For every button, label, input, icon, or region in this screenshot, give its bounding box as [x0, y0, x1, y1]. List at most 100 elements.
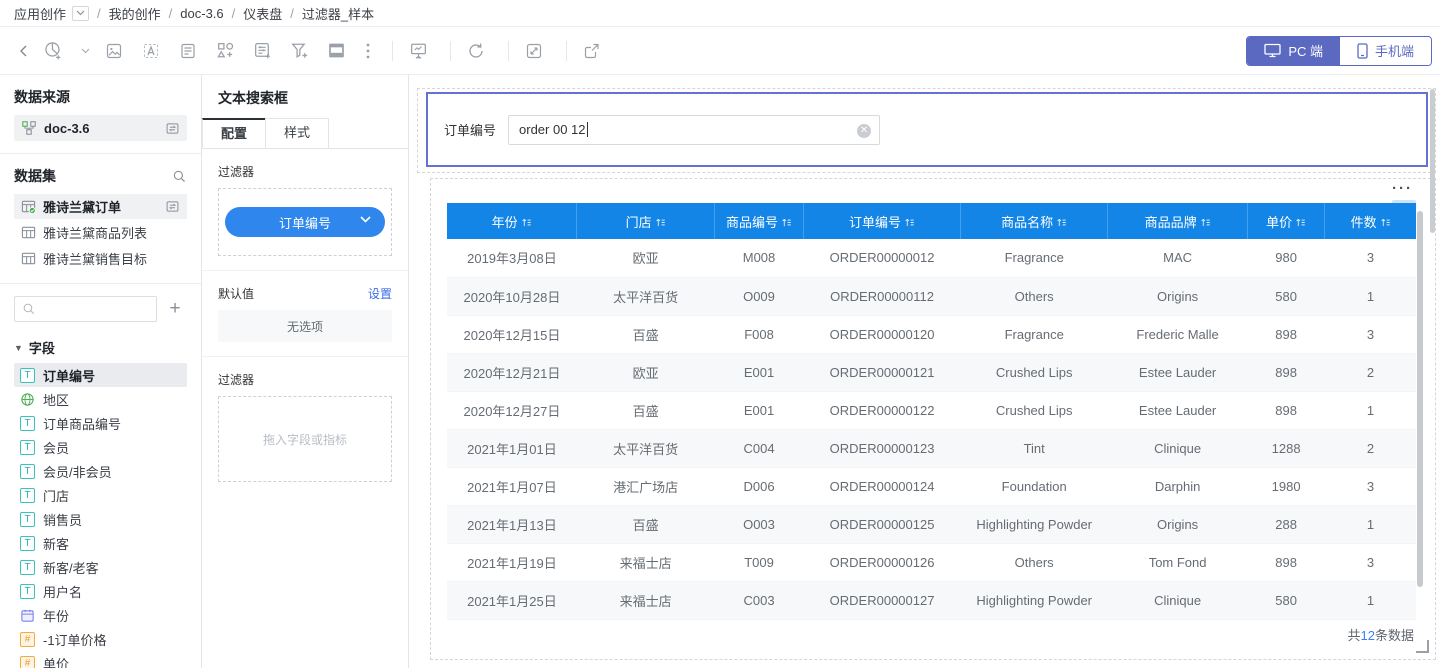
field-item[interactable]: T新客 — [14, 531, 187, 555]
date-field-icon — [20, 608, 35, 623]
divider — [202, 356, 408, 357]
search-icon[interactable] — [172, 169, 187, 184]
config-tabs: 配置 样式 — [202, 118, 408, 149]
text-field-icon: T — [20, 464, 35, 479]
table-cell: O003 — [714, 505, 803, 543]
back-button[interactable] — [14, 36, 34, 66]
table-cell: 2 — [1325, 353, 1416, 391]
default-value-box: 无选项 — [218, 310, 392, 342]
share-export-icon — [582, 41, 602, 61]
field-item[interactable]: T会员/非会员 — [14, 459, 187, 483]
canvas-scrollbar[interactable] — [1430, 89, 1435, 233]
dataset-table-icon — [21, 225, 36, 240]
table-cell: Clinique — [1108, 429, 1248, 467]
column-header[interactable]: 单价 — [1247, 203, 1325, 239]
add-filter-list-button[interactable] — [247, 36, 277, 66]
table-cell: Highlighting Powder — [961, 581, 1108, 619]
datasource-item[interactable]: doc-3.6 — [14, 115, 187, 141]
mobile-view-button[interactable]: 手机端 — [1340, 37, 1431, 65]
insert-image-button[interactable] — [99, 36, 129, 66]
export-button[interactable] — [577, 36, 607, 66]
column-header[interactable]: 商品编号 — [714, 203, 803, 239]
field-item[interactable]: T订单商品编号 — [14, 411, 187, 435]
insert-component-button[interactable] — [210, 36, 240, 66]
table-cell: ORDER00000012 — [804, 239, 961, 277]
table-body: 2019年3月08日欧亚M008ORDER00000012FragranceMA… — [447, 239, 1416, 619]
column-header[interactable]: 商品品牌 — [1108, 203, 1248, 239]
filter-dropzone[interactable]: 拖入字段或指标 — [218, 396, 392, 482]
table-cell: Tom Fond — [1108, 543, 1248, 581]
fullscreen-button[interactable] — [519, 36, 549, 66]
breadcrumb-item-my-creations[interactable]: 我的创作 — [109, 4, 161, 23]
table-cell: 太平洋百货 — [577, 429, 715, 467]
web-component-button[interactable] — [321, 36, 351, 66]
table-cell: ORDER00000125 — [804, 505, 961, 543]
field-item[interactable]: 年份 — [14, 603, 187, 627]
filter-list-icon — [252, 40, 273, 61]
field-item[interactable]: T新客/老客 — [14, 555, 187, 579]
breadcrumb-item-dashboard[interactable]: 仪表盘 — [243, 4, 282, 23]
sort-icon — [904, 217, 915, 228]
refresh-button[interactable] — [461, 36, 491, 66]
dataset-item[interactable]: 雅诗兰黛商品列表 — [14, 220, 187, 245]
field-item[interactable]: #单价 — [14, 651, 187, 668]
column-header[interactable]: 商品名称 — [961, 203, 1108, 239]
insert-text-button[interactable] — [136, 36, 166, 66]
number-field-icon: # — [20, 656, 35, 669]
geo-field-icon — [20, 392, 35, 407]
field-search-input[interactable] — [14, 296, 157, 322]
breadcrumb-item-doc[interactable]: doc-3.6 — [180, 6, 223, 21]
table-cell: 898 — [1247, 315, 1325, 353]
preview-button[interactable] — [403, 36, 433, 66]
field-item[interactable]: 地区 — [14, 387, 187, 411]
document-icon — [178, 41, 198, 61]
column-header[interactable]: 件数 — [1325, 203, 1416, 239]
table-cell: Origins — [1108, 277, 1248, 315]
filter-field-dropzone[interactable]: 订单编号 — [218, 188, 392, 256]
default-value-set-link[interactable]: 设置 — [368, 285, 392, 302]
table-cell: 来福士店 — [577, 543, 715, 581]
field-item[interactable]: #-1订单价格 — [14, 627, 187, 651]
more-tools-button[interactable] — [358, 36, 378, 66]
field-item[interactable]: T会员 — [14, 435, 187, 459]
table-scrollbar[interactable] — [1417, 211, 1423, 587]
breadcrumb-app-menu[interactable]: 应用创作 — [14, 4, 66, 23]
field-item[interactable]: T用户名 — [14, 579, 187, 603]
text-field-icon: T — [20, 416, 35, 431]
insert-note-button[interactable] — [173, 36, 203, 66]
column-header[interactable]: 年份 — [447, 203, 577, 239]
filter-field-pill[interactable]: 订单编号 — [225, 207, 385, 237]
shapes-icon — [215, 40, 236, 61]
field-item[interactable]: T订单编号 — [14, 363, 187, 387]
add-field-button[interactable]: + — [163, 297, 187, 321]
switch-dataset-icon[interactable] — [165, 199, 180, 214]
field-item[interactable]: T门店 — [14, 483, 187, 507]
widget-resize-handle[interactable] — [1416, 640, 1429, 653]
tab-style[interactable]: 样式 — [265, 118, 329, 148]
clear-input-icon[interactable]: ✕ — [857, 124, 871, 138]
table-cell: 2021年1月07日 — [447, 467, 577, 505]
breadcrumb-dropdown-button[interactable] — [72, 6, 89, 21]
table-cell: Fragrance — [961, 315, 1108, 353]
field-item[interactable]: T销售员 — [14, 507, 187, 531]
table-row: 2019年3月08日欧亚M008ORDER00000012FragranceMA… — [447, 239, 1416, 277]
dataset-item[interactable]: 雅诗兰黛销售目标 — [14, 246, 187, 271]
switch-dataset-icon[interactable] — [165, 121, 180, 136]
footer-count: 12 — [1361, 628, 1375, 643]
add-chart-button[interactable] — [38, 36, 68, 66]
dataset-item[interactable]: 雅诗兰黛订单 — [14, 194, 187, 219]
table-cell: 港汇广场店 — [577, 467, 715, 505]
fields-header[interactable]: ▼ 字段 — [14, 338, 187, 357]
filter-input[interactable]: order 00 12 ✕ — [508, 115, 880, 145]
column-header[interactable]: 订单编号 — [804, 203, 961, 239]
add-chart-dropdown[interactable] — [75, 36, 95, 66]
widget-title: 文本搜索框 — [218, 88, 392, 108]
table-row: 2021年1月01日太平洋百货C004ORDER00000123TintClin… — [447, 429, 1416, 467]
text-search-widget[interactable]: 订单编号 order 00 12 ✕ — [426, 92, 1428, 167]
tab-config[interactable]: 配置 — [202, 118, 266, 148]
table-cell: 1 — [1325, 277, 1416, 315]
pc-view-button[interactable]: PC 端 — [1247, 37, 1340, 65]
widget-more-button[interactable]: ··· — [1392, 181, 1413, 197]
column-header[interactable]: 门店 — [577, 203, 715, 239]
add-filter-button[interactable] — [284, 36, 314, 66]
